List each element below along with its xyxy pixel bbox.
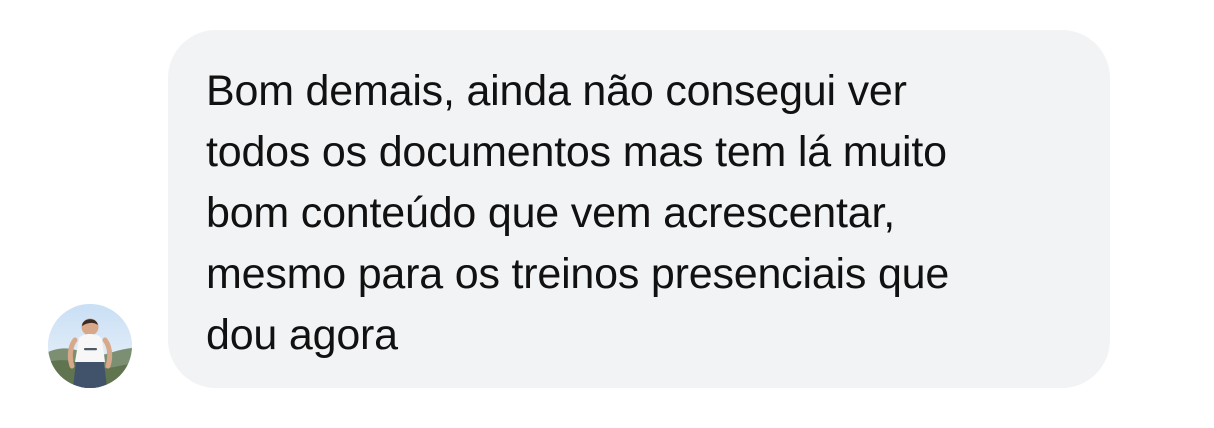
message-text: Bom demais, ainda não consegui ver todos… — [206, 67, 950, 359]
message-row: Bom demais, ainda não consegui ver todos… — [0, 0, 1214, 428]
message-bubble[interactable]: Bom demais, ainda não consegui ver todos… — [168, 30, 1110, 388]
user-avatar-icon[interactable] — [48, 304, 132, 388]
